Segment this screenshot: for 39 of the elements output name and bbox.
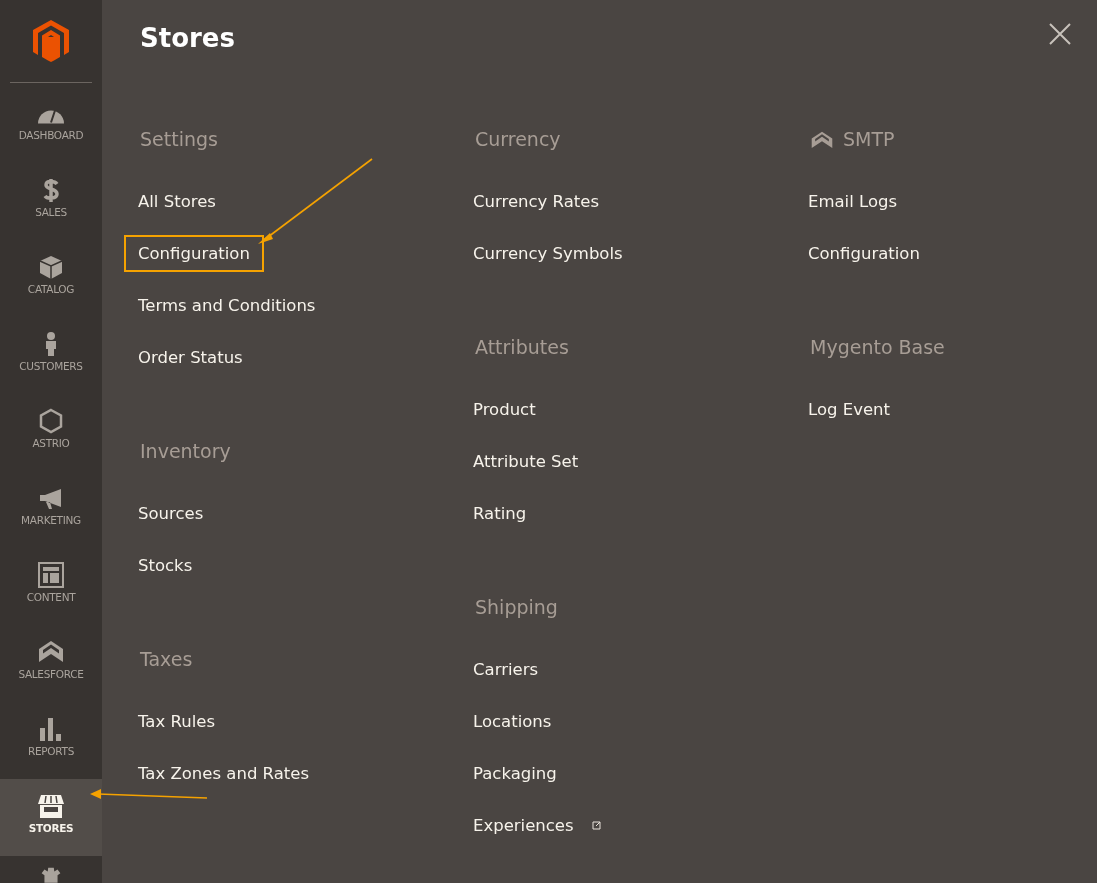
section-heading: Inventory [140,439,231,463]
menu-link[interactable]: Locations [459,702,566,740]
menu-link[interactable]: Terms and Conditions [124,286,330,324]
menu-link[interactable]: Carriers [459,650,553,688]
section-heading: Attributes [475,335,569,359]
menu-link[interactable]: Stocks [124,546,207,584]
menu-link[interactable]: Tax Rules [124,702,229,740]
sidebar-item[interactable]: MARKETING [0,471,102,549]
sidebar-item[interactable]: SALES [0,163,102,241]
section-heading: Taxes [140,647,193,671]
menu-link[interactable]: Configuration [124,234,264,272]
menu-link[interactable]: Email Logs [794,182,912,220]
menu-link[interactable]: Packaging [459,754,571,792]
menu-link[interactable]: Configuration [794,234,934,272]
menu-link[interactable]: Experiences [459,806,588,844]
sidebar-item[interactable]: CONTENT [0,548,102,626]
menu-link[interactable]: Log Event [794,390,904,428]
panel-title: Stores [140,22,235,54]
section-heading: Shipping [475,595,558,619]
sidebar-item[interactable]: CATALOG [0,240,102,318]
sidebar-item[interactable]: REPORTS [0,702,102,780]
sidebar-item[interactable]: SALESFORCE [0,625,102,703]
menu-link[interactable]: Tax Zones and Rates [124,754,324,792]
menu-link[interactable]: Rating [459,494,541,532]
sidebar-item[interactable]: CUSTOMERS [0,317,102,395]
sidebar-item[interactable]: DASHBOARD [0,86,102,164]
section-heading: Mygento Base [810,335,945,359]
menu-link[interactable]: Product [459,390,550,428]
section-heading: Settings [140,127,218,151]
menu-link[interactable]: Order Status [124,338,257,376]
sidebar-item[interactable]: STORES [0,779,102,857]
sidebar-item[interactable]: ASTRIO [0,394,102,472]
section-heading: Currency [475,127,561,151]
section-heading: SMTP [843,127,895,151]
menu-link[interactable]: All Stores [124,182,230,220]
menu-link[interactable]: Currency Rates [459,182,613,220]
menu-link[interactable]: Attribute Set [459,442,593,480]
menu-link[interactable]: Sources [124,494,218,532]
menu-link[interactable]: Currency Symbols [459,234,637,272]
